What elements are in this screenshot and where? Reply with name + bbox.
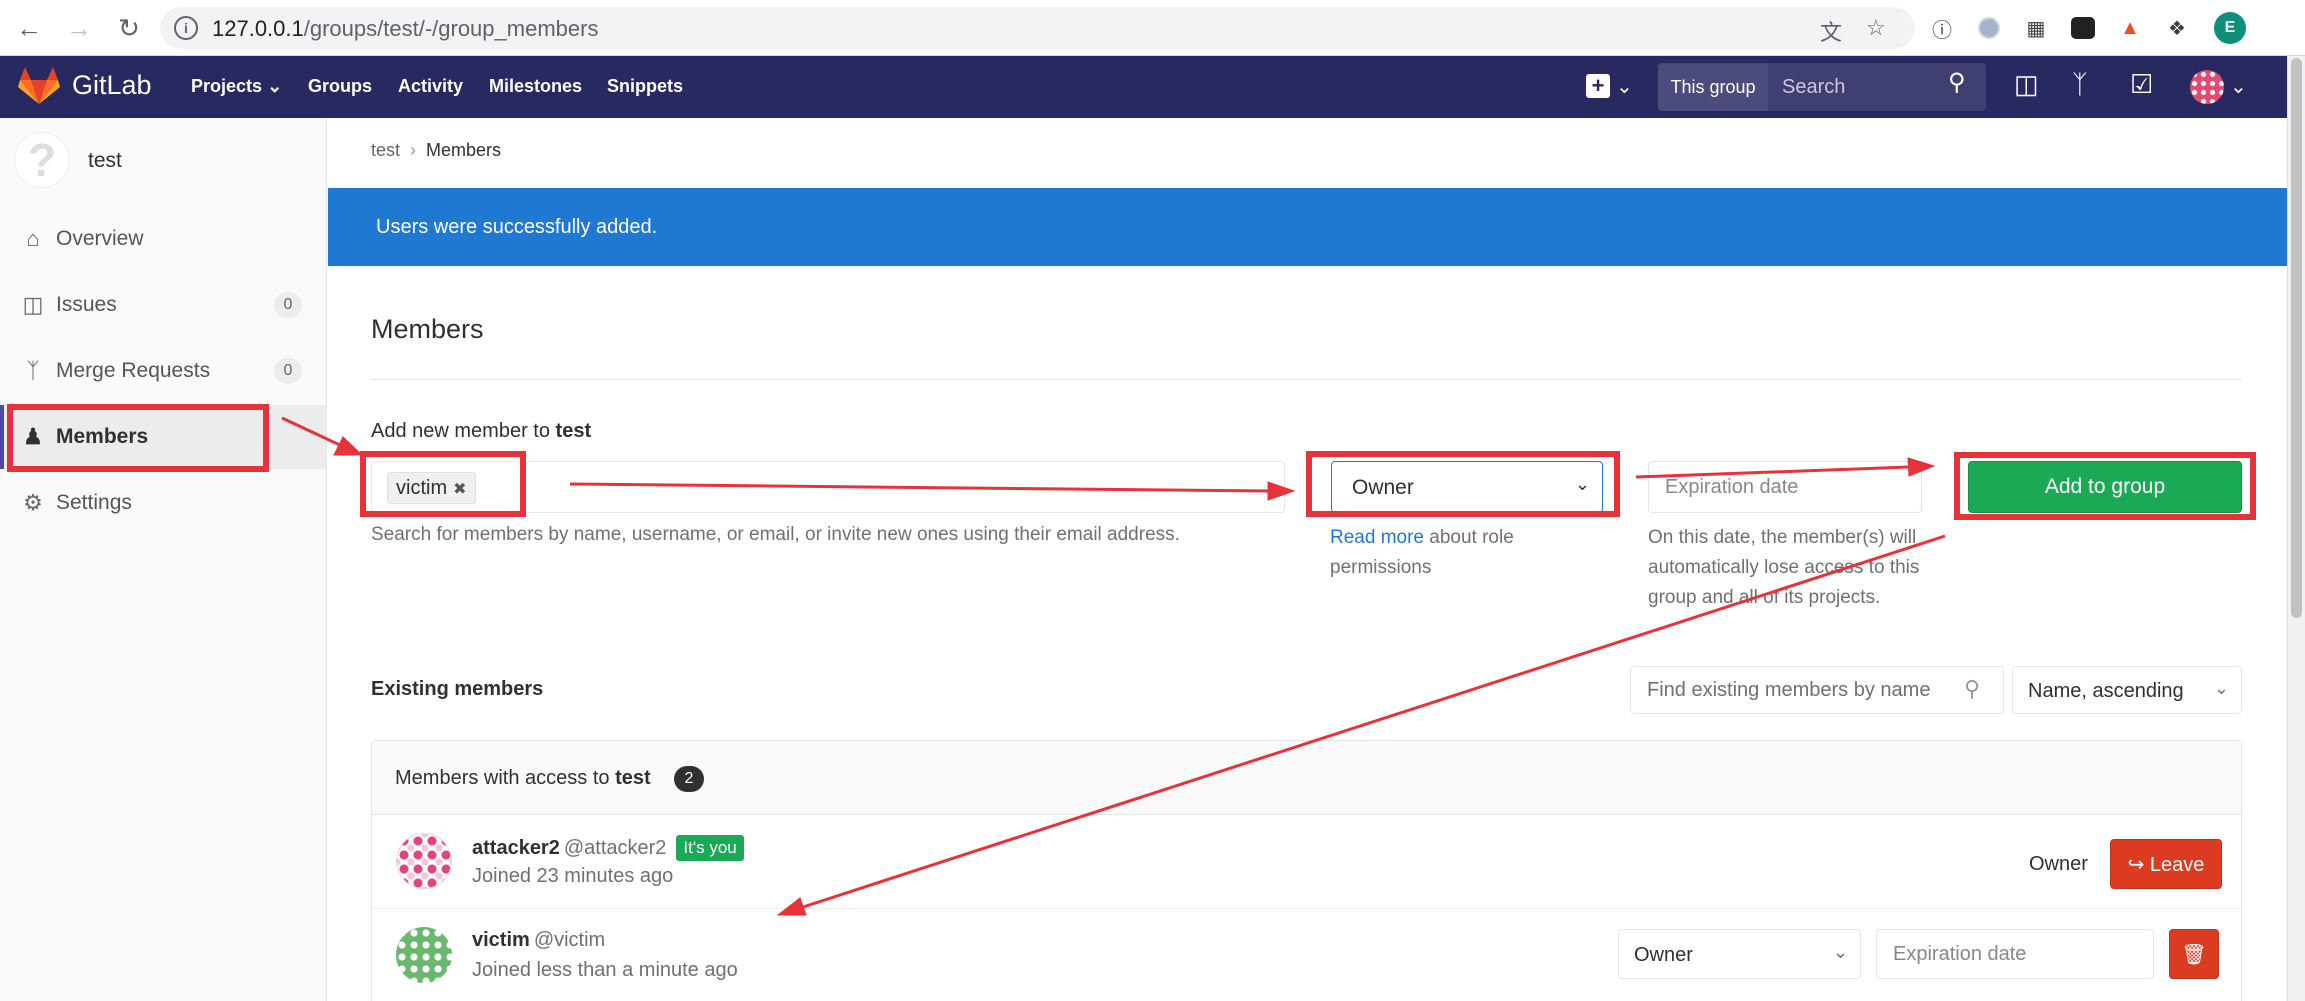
- members-panel: Members with access to test 2 attacker2 @…: [371, 740, 2242, 1001]
- gitlab-brand[interactable]: GitLab: [72, 70, 152, 101]
- leave-icon: ↪: [2127, 853, 2145, 876]
- group-sidebar: ? test ⌂ Overview ◫ Issues 0 ᛉ Merge Req…: [0, 118, 327, 1001]
- leave-group-button[interactable]: ↪ Leave: [2110, 839, 2222, 889]
- issues-icon: ◫: [22, 292, 44, 317]
- member-username: @victim: [533, 929, 606, 951]
- chevron-down-icon: ⌄: [267, 76, 283, 96]
- nav-activity[interactable]: Activity: [398, 76, 463, 97]
- extension-tree-icon[interactable]: ▲: [2116, 14, 2144, 42]
- gitlab-logo-icon[interactable]: [18, 66, 60, 106]
- sidebar-group-name[interactable]: test: [88, 149, 122, 173]
- extensions-puzzle-icon[interactable]: ❖: [2163, 14, 2191, 42]
- site-info-icon[interactable]: i: [174, 16, 198, 40]
- users-icon: ♟: [23, 424, 43, 449]
- merge-request-icon: ᛉ: [26, 358, 40, 383]
- reload-icon[interactable]: ↻: [110, 9, 148, 47]
- sidebar-item-merge-requests[interactable]: ᛉ Merge Requests 0: [0, 339, 326, 403]
- flash-notice: Users were successfully added.: [328, 188, 2287, 266]
- member-name[interactable]: attacker2: [472, 837, 560, 859]
- trash-icon: 🗑: [2181, 943, 2207, 966]
- merge-requests-count-badge: 0: [274, 358, 302, 384]
- role-permissions-help: Read more about role permissions: [1330, 527, 1514, 578]
- todo-issues-icon[interactable]: ◫: [2014, 69, 2039, 100]
- member-expiration-input[interactable]: [1876, 929, 2154, 979]
- nav-groups[interactable]: Groups: [308, 76, 372, 97]
- find-members-input[interactable]: [1630, 666, 2004, 714]
- nav-projects[interactable]: Projects ⌄: [191, 76, 282, 97]
- breadcrumb: test › Members: [371, 140, 501, 161]
- sidebar-item-overview[interactable]: ⌂ Overview: [0, 207, 326, 271]
- existing-members-label: Existing members: [371, 678, 544, 700]
- member-avatar[interactable]: [396, 927, 452, 983]
- access-level-select[interactable]: Owner ⌄: [1331, 461, 1603, 513]
- members-panel-header: Members with access to test 2: [372, 741, 2241, 815]
- gitlab-navbar: GitLab Projects ⌄ Groups Activity Milest…: [0, 56, 2287, 118]
- member-search-input[interactable]: victim ✖: [371, 461, 1285, 513]
- annotation-arrowhead-1: [333, 436, 364, 456]
- merge-requests-nav-icon[interactable]: ᛉ: [2072, 69, 2088, 100]
- chevron-down-icon: ⌄: [2213, 678, 2229, 698]
- nav-snippets[interactable]: Snippets: [607, 76, 683, 97]
- sidebar-item-issues[interactable]: ◫ Issues 0: [0, 273, 326, 337]
- translate-icon[interactable]: 文: [1820, 15, 1842, 47]
- issues-count-badge: 0: [274, 292, 302, 318]
- expiration-help: On this date, the member(s) will automat…: [1648, 527, 1920, 608]
- home-icon: ⌂: [26, 226, 40, 251]
- member-count-badge: 2: [674, 766, 704, 792]
- sidebar-item-settings[interactable]: ⚙ Settings: [0, 471, 326, 535]
- extension-circle-icon[interactable]: [1975, 14, 2003, 42]
- add-member-label: Add new member to test: [371, 420, 592, 442]
- todos-check-icon[interactable]: ☑: [2130, 69, 2153, 100]
- sort-members-select[interactable]: Name, ascending ⌄: [2012, 666, 2242, 714]
- member-search-help: Search for members by name, username, or…: [371, 524, 1180, 545]
- expiration-date-input[interactable]: [1648, 461, 1922, 513]
- back-icon[interactable]: ←: [10, 9, 48, 47]
- member-name[interactable]: victim: [472, 929, 530, 951]
- new-item-plus-icon[interactable]: +: [1586, 74, 1610, 98]
- search-scope-badge[interactable]: This group: [1658, 63, 1768, 111]
- user-avatar[interactable]: [2190, 70, 2224, 104]
- search-icon[interactable]: ⚲: [1948, 68, 1966, 97]
- group-avatar[interactable]: ?: [14, 132, 70, 188]
- user-menu-chevron-icon[interactable]: ⌄: [2230, 74, 2247, 99]
- member-joined: Joined less than a minute ago: [472, 959, 738, 981]
- search-icon: ⚲: [1964, 676, 1981, 701]
- chevron-down-icon: ⌄: [1832, 942, 1848, 962]
- breadcrumb-chevron-icon: ›: [410, 140, 417, 160]
- title-divider: [371, 379, 2242, 380]
- member-role-select[interactable]: Owner ⌄: [1618, 929, 1861, 979]
- gear-icon: ⚙: [23, 490, 43, 515]
- member-row: attacker2 @attacker2 It's you Joined 23 mi…: [372, 815, 2241, 909]
- screen: ← → ↻ i 127.0.0.1/groups/test/-/group_me…: [0, 0, 2305, 1001]
- flash-message: Users were successfully added.: [376, 216, 658, 238]
- sidebar-item-members[interactable]: ♟ Members: [0, 405, 326, 469]
- member-username: @attacker2: [563, 837, 667, 859]
- read-more-link[interactable]: Read more: [1330, 527, 1424, 548]
- add-to-group-button[interactable]: Add to group: [1968, 461, 2242, 513]
- browser-toolbar: ← → ↻ i 127.0.0.1/groups/test/-/group_me…: [0, 0, 2305, 56]
- forward-icon[interactable]: →: [60, 9, 98, 47]
- member-avatar[interactable]: [396, 833, 452, 889]
- member-joined: Joined 23 minutes ago: [472, 865, 674, 887]
- page-title: Members: [371, 314, 484, 344]
- member-role: Owner: [2029, 853, 2088, 875]
- remove-token-icon[interactable]: ✖: [453, 481, 466, 498]
- extension-info-icon[interactable]: ⓘ: [1928, 14, 1956, 42]
- selected-user-token[interactable]: victim ✖: [387, 472, 476, 504]
- member-row: victim @victim Joined less than a minute …: [372, 909, 2241, 1001]
- breadcrumb-group-link[interactable]: test: [371, 140, 400, 160]
- address-bar[interactable]: i 127.0.0.1/groups/test/-/group_members …: [160, 7, 1915, 49]
- extension-dark-icon[interactable]: [2069, 14, 2097, 42]
- page-scrollbar[interactable]: [2287, 56, 2305, 1001]
- chevron-down-icon: ⌄: [1574, 474, 1590, 494]
- url-text[interactable]: 127.0.0.1/groups/test/-/group_members: [212, 16, 598, 42]
- browser-profile-avatar[interactable]: E: [2214, 12, 2246, 44]
- new-dropdown-chevron-icon[interactable]: ⌄: [1616, 74, 1633, 99]
- qr-code-icon[interactable]: ▦: [2022, 14, 2050, 42]
- breadcrumb-current[interactable]: Members: [426, 140, 501, 160]
- its-you-badge: It's you: [676, 835, 744, 861]
- bookmark-star-icon[interactable]: ☆: [1866, 15, 1886, 41]
- remove-member-button[interactable]: 🗑: [2169, 929, 2219, 979]
- nav-milestones[interactable]: Milestones: [489, 76, 582, 97]
